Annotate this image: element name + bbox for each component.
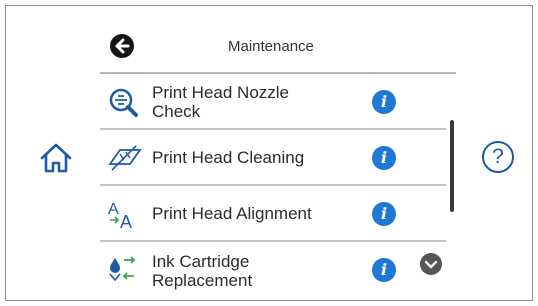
list-item-head-cleaning[interactable]: Print Head Cleaning i xyxy=(100,130,446,186)
list-item-ink-replacement[interactable]: Ink Cartridge Replacement i xyxy=(100,242,446,298)
header: Maintenance xyxy=(110,28,456,64)
svg-text:A: A xyxy=(108,201,119,218)
page-title: Maintenance xyxy=(228,38,314,55)
head-cleaning-icon xyxy=(106,142,142,174)
home-button[interactable] xyxy=(36,138,76,178)
info-icon[interactable]: i xyxy=(372,90,396,114)
list-item-head-alignment[interactable]: A A Print Head Alignment i xyxy=(100,186,446,242)
scroll-down-button[interactable] xyxy=(420,253,442,275)
list-item-nozzle-check[interactable]: Print Head Nozzle Check i xyxy=(100,74,446,130)
head-alignment-icon: A A xyxy=(106,198,142,232)
maintenance-list: Print Head Nozzle Check i Print Head Cle… xyxy=(100,74,446,301)
help-button[interactable]: ? xyxy=(482,141,514,173)
item-label: Ink Cartridge Replacement xyxy=(152,252,253,290)
scrollbar[interactable] xyxy=(450,120,454,212)
ink-cartridge-icon xyxy=(106,254,142,286)
item-label: Print Head Alignment xyxy=(152,204,312,223)
svg-text:A: A xyxy=(120,212,132,230)
help-icon: ? xyxy=(492,145,504,168)
item-label: Print Head Nozzle Check xyxy=(152,83,290,121)
info-icon[interactable]: i xyxy=(372,258,396,282)
home-icon xyxy=(40,143,72,173)
back-arrow-icon xyxy=(115,38,130,54)
item-label: Print Head Cleaning xyxy=(152,148,305,167)
info-icon[interactable]: i xyxy=(372,146,396,170)
back-button[interactable] xyxy=(110,34,134,58)
chevron-down-icon xyxy=(424,260,438,269)
nozzle-check-icon xyxy=(106,86,142,118)
info-icon[interactable]: i xyxy=(372,202,396,226)
